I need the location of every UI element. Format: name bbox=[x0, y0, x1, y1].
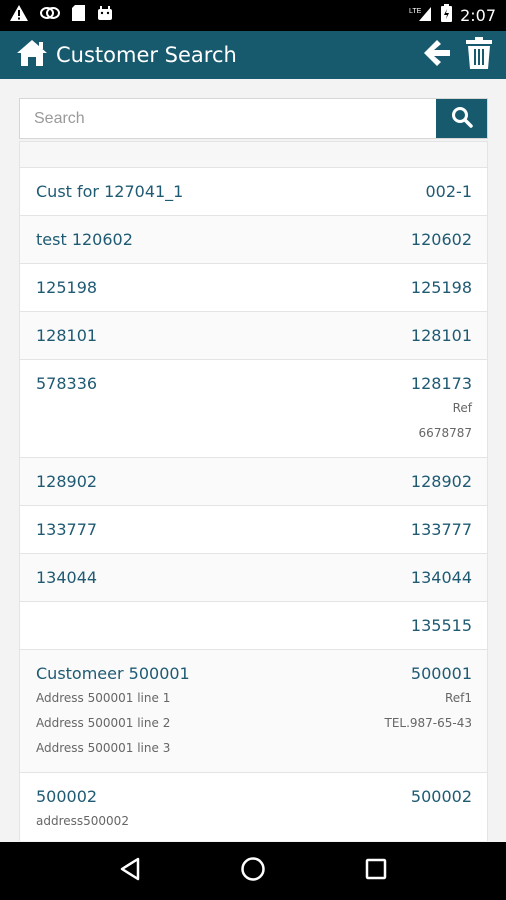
customer-meta: 002-1 bbox=[426, 180, 473, 204]
customer-list: Cust for 127041_1 002-1 test 120602 120602 1… bbox=[19, 141, 488, 841]
status-bar: LTE 2:07 bbox=[0, 0, 506, 31]
customer-address-line: Address 500001 line 1 bbox=[36, 691, 171, 705]
sync-icon bbox=[40, 6, 60, 25]
customer-code: 133777 bbox=[410, 520, 472, 539]
warning-icon bbox=[10, 5, 28, 26]
signal-icon: LTE bbox=[409, 5, 433, 26]
customer-name: 133777 bbox=[36, 520, 98, 539]
customer-extra: Ref1 bbox=[444, 691, 472, 705]
trash-icon[interactable] bbox=[466, 36, 492, 74]
navigation-bar bbox=[0, 842, 506, 900]
customer-row[interactable]: 500002 address500002 500002 bbox=[19, 772, 488, 841]
customer-code: 125198 bbox=[410, 278, 472, 297]
customer-meta: 500001 Ref1 TEL.987-65-43 bbox=[384, 662, 472, 761]
customer-code: 002-1 bbox=[425, 182, 473, 201]
customer-info: 134044 bbox=[36, 566, 411, 590]
search-icon bbox=[451, 106, 473, 131]
customer-info: 500002 address500002 bbox=[36, 785, 411, 834]
customer-row[interactable]: Customeer 500001 Address 500001 line 1 Add… bbox=[19, 649, 488, 772]
notification-icons bbox=[10, 5, 113, 26]
customer-meta: 500002 bbox=[411, 785, 472, 834]
customer-row[interactable]: 125198 125198 bbox=[19, 263, 488, 311]
search-input[interactable] bbox=[20, 99, 436, 138]
customer-row[interactable]: 133777 133777 bbox=[19, 505, 488, 553]
customer-name: 128101 bbox=[36, 326, 98, 345]
system-status: LTE 2:07 bbox=[409, 4, 496, 27]
customer-meta: 135515 bbox=[411, 614, 472, 638]
customer-meta: 133777 bbox=[411, 518, 472, 542]
customer-code: 128902 bbox=[410, 472, 472, 491]
page-title: Customer Search bbox=[56, 43, 237, 67]
customer-row[interactable]: 134044 134044 bbox=[19, 553, 488, 601]
customer-meta: 128902 bbox=[411, 470, 472, 494]
customer-info: 128902 bbox=[36, 470, 411, 494]
android-icon bbox=[97, 5, 113, 26]
customer-name: 128902 bbox=[36, 472, 98, 491]
search-bar bbox=[19, 98, 488, 139]
customer-code: 500001 bbox=[410, 664, 472, 683]
customer-info: 125198 bbox=[36, 276, 411, 300]
customer-address-line: address500002 bbox=[36, 814, 129, 828]
home-icon[interactable] bbox=[16, 39, 48, 72]
customer-name: 125198 bbox=[36, 278, 98, 297]
customer-code: 128101 bbox=[410, 326, 472, 345]
customer-name: 500002 bbox=[36, 787, 98, 806]
customer-name: 134044 bbox=[36, 568, 98, 587]
customer-row[interactable]: Cust for 127041_1 002-1 bbox=[19, 167, 488, 215]
customer-name: Customeer 500001 bbox=[36, 664, 190, 683]
header-actions bbox=[422, 36, 492, 74]
app-header: Customer Search bbox=[0, 31, 506, 79]
search-button[interactable] bbox=[436, 99, 487, 138]
back-arrow-icon[interactable] bbox=[422, 38, 452, 73]
customer-code: 135515 bbox=[410, 616, 472, 635]
customer-row[interactable]: 578336 128173 Ref 6678787 bbox=[19, 359, 488, 457]
customer-name: 578336 bbox=[36, 374, 98, 393]
customer-row[interactable]: test 120602 120602 bbox=[19, 215, 488, 263]
svg-text:LTE: LTE bbox=[409, 8, 422, 15]
back-icon[interactable] bbox=[119, 857, 141, 886]
customer-name: test 120602 bbox=[36, 230, 133, 249]
customer-meta: 128101 bbox=[411, 324, 472, 348]
customer-meta: 120602 bbox=[411, 228, 472, 252]
recents-icon[interactable] bbox=[365, 858, 387, 885]
customer-row[interactable]: 135515 bbox=[19, 601, 488, 649]
customer-info: test 120602 bbox=[36, 228, 411, 252]
customer-extra: Ref bbox=[452, 401, 472, 415]
customer-info: 133777 bbox=[36, 518, 411, 542]
clock: 2:07 bbox=[460, 6, 496, 25]
battery-icon bbox=[441, 4, 453, 27]
customer-name: Cust for 127041_1 bbox=[36, 182, 184, 201]
customer-address-line: Address 500001 line 2 bbox=[36, 716, 171, 730]
customer-meta: 128173 Ref 6678787 bbox=[411, 372, 472, 446]
customer-meta: 125198 bbox=[411, 276, 472, 300]
customer-meta: 134044 bbox=[411, 566, 472, 590]
sd-card-icon bbox=[72, 5, 85, 26]
customer-extra: TEL.987-65-43 bbox=[384, 716, 472, 730]
customer-address-line: Address 500001 line 3 bbox=[36, 741, 171, 755]
customer-info: 128101 bbox=[36, 324, 411, 348]
customer-code: 500002 bbox=[410, 787, 472, 806]
customer-code: 128173 bbox=[410, 374, 472, 393]
customer-info: 578336 bbox=[36, 372, 411, 446]
list-header bbox=[19, 141, 488, 167]
customer-code: 134044 bbox=[410, 568, 472, 587]
customer-code: 120602 bbox=[410, 230, 472, 249]
customer-info: Cust for 127041_1 bbox=[36, 180, 426, 204]
customer-row[interactable]: 128902 128902 bbox=[19, 457, 488, 505]
customer-extra: 6678787 bbox=[418, 426, 472, 440]
customer-row[interactable]: 128101 128101 bbox=[19, 311, 488, 359]
customer-info bbox=[36, 614, 411, 638]
customer-info: Customeer 500001 Address 500001 line 1 Add… bbox=[36, 662, 384, 761]
home-circle-icon[interactable] bbox=[240, 856, 266, 887]
